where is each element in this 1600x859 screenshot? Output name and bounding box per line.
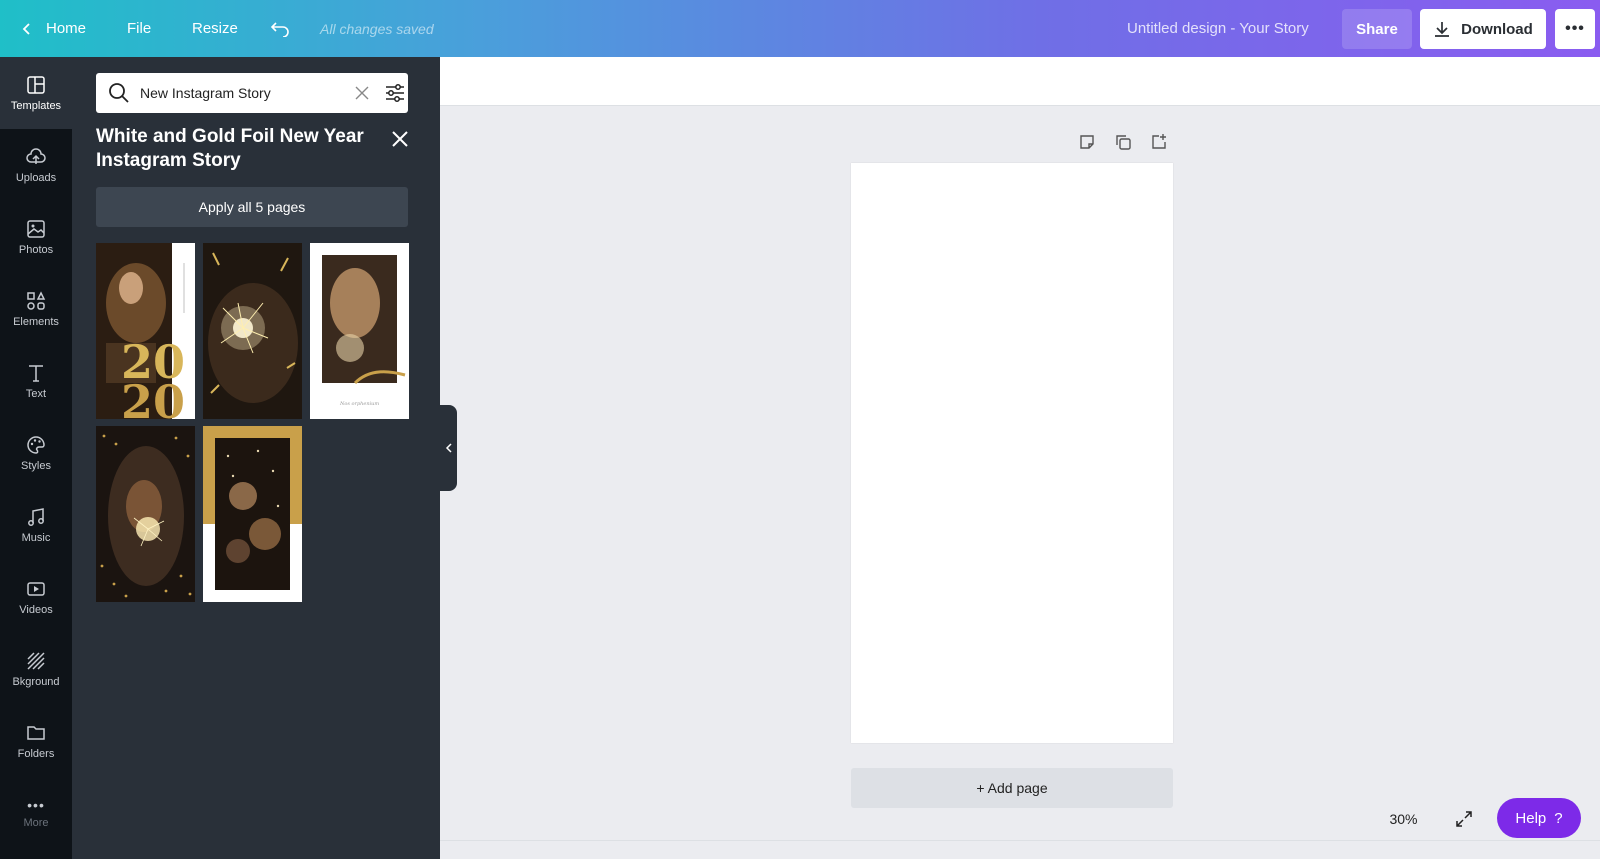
download-icon <box>1435 22 1450 37</box>
home-button[interactable]: Home <box>20 0 86 57</box>
rail-item-videos[interactable]: Videos <box>0 561 72 633</box>
editor-toolbar-strip <box>440 57 1600 106</box>
undo-button[interactable] <box>270 0 290 57</box>
rail-label: Photos <box>18 244 54 256</box>
top-toolbar: Home File Resize All changes saved Untit… <box>0 0 1600 57</box>
left-rail: Templates Uploads Photos Elements Text S… <box>0 57 72 859</box>
template-thumbnail[interactable] <box>203 243 302 419</box>
rail-item-music[interactable]: Music <box>0 489 72 561</box>
clear-search-icon[interactable] <box>354 85 370 101</box>
rail-label: Styles <box>21 460 51 472</box>
thumbnail-confetti-image <box>203 426 302 590</box>
svg-text:Nos orphenium: Nos orphenium <box>339 401 379 407</box>
help-question-icon: ? <box>1554 809 1563 827</box>
rail-label: Text <box>25 388 47 400</box>
zoom-controls: 30% <box>1371 798 1491 840</box>
rail-item-folders[interactable]: Folders <box>0 705 72 777</box>
rail-label: Bkground <box>12 676 60 688</box>
more-dots-icon: ••• <box>27 797 45 813</box>
photo-icon <box>27 220 45 238</box>
rail-label: Music <box>21 532 51 544</box>
zoom-level[interactable]: 30% <box>1389 811 1417 827</box>
search-input[interactable] <box>140 85 350 101</box>
template-thumbnail[interactable] <box>203 426 302 602</box>
text-icon <box>29 365 43 382</box>
download-button[interactable]: Download <box>1420 9 1546 49</box>
templates-icon <box>27 76 45 94</box>
chevron-left-icon <box>445 443 452 453</box>
apply-all-pages-button[interactable]: Apply all 5 pages <box>96 187 408 227</box>
rail-label: Videos <box>19 604 53 616</box>
rail-item-photos[interactable]: Photos <box>0 201 72 273</box>
rail-item-styles[interactable]: Styles <box>0 417 72 489</box>
template-thumbnail[interactable]: Nos orphenium <box>310 243 409 419</box>
download-label: Download <box>1461 20 1533 38</box>
rail-item-uploads[interactable]: Uploads <box>0 129 72 201</box>
duplicate-page-icon[interactable] <box>1114 133 1132 151</box>
rail-item-text[interactable]: Text <box>0 345 72 417</box>
thumbnail-2020-image: 20 20 <box>96 243 185 419</box>
share-button[interactable]: Share <box>1342 9 1412 49</box>
rail-label: Elements <box>13 316 59 328</box>
rail-item-more[interactable]: ••• More <box>0 777 72 849</box>
bottom-bar <box>440 840 1600 859</box>
search-bar <box>96 73 408 113</box>
upload-cloud-icon <box>26 148 46 164</box>
resize-button[interactable]: Resize <box>192 0 238 57</box>
rail-label: More <box>23 817 49 829</box>
file-menu[interactable]: File <box>127 0 151 57</box>
rail-item-background[interactable]: Bkground <box>0 633 72 705</box>
chevron-left-icon <box>22 22 30 35</box>
add-page-button[interactable]: + Add page <box>851 768 1173 808</box>
template-title: White and Gold Foil New Year Instagram S… <box>96 126 364 171</box>
video-icon <box>27 582 45 596</box>
template-thumbnail[interactable]: 20 20 <box>96 243 195 419</box>
collapse-panel-button[interactable] <box>440 405 457 491</box>
shapes-icon <box>27 291 46 310</box>
fullscreen-expand-icon[interactable] <box>1455 810 1473 828</box>
more-dots-icon: ••• <box>1565 20 1585 37</box>
folder-icon <box>27 726 45 740</box>
thumbnail-portrait-image <box>96 426 195 602</box>
document-title[interactable]: Untitled design - Your Story <box>1127 0 1309 57</box>
music-note-icon <box>28 508 44 526</box>
page-tools <box>1078 133 1168 151</box>
rail-label: Templates <box>10 100 62 112</box>
search-icon <box>109 83 129 103</box>
thumbnail-sparkler-image <box>203 243 302 419</box>
home-label: Home <box>46 20 87 37</box>
palette-icon <box>27 436 45 454</box>
help-label: Help <box>1515 809 1547 827</box>
page-notes-icon[interactable] <box>1078 133 1096 151</box>
close-icon[interactable] <box>390 129 410 149</box>
undo-icon <box>270 21 289 37</box>
svg-text:20: 20 <box>121 375 185 419</box>
filter-sliders-icon[interactable] <box>384 83 406 103</box>
rail-item-elements[interactable]: Elements <box>0 273 72 345</box>
templates-panel: White and Gold Foil New Year Instagram S… <box>72 57 440 859</box>
more-options-button[interactable]: ••• <box>1555 9 1595 49</box>
rail-label: Uploads <box>15 172 57 184</box>
add-page-icon[interactable] <box>1150 133 1168 151</box>
background-stripes-icon <box>27 652 45 670</box>
rail-item-templates[interactable]: Templates <box>0 57 72 129</box>
design-page-canvas[interactable] <box>851 163 1173 743</box>
thumbnail-toast-image: Nos orphenium <box>322 255 406 407</box>
help-button[interactable]: Help ? <box>1497 798 1581 838</box>
save-status: All changes saved <box>320 20 434 37</box>
template-thumbnail[interactable] <box>96 426 195 602</box>
rail-label: Folders <box>17 748 55 760</box>
